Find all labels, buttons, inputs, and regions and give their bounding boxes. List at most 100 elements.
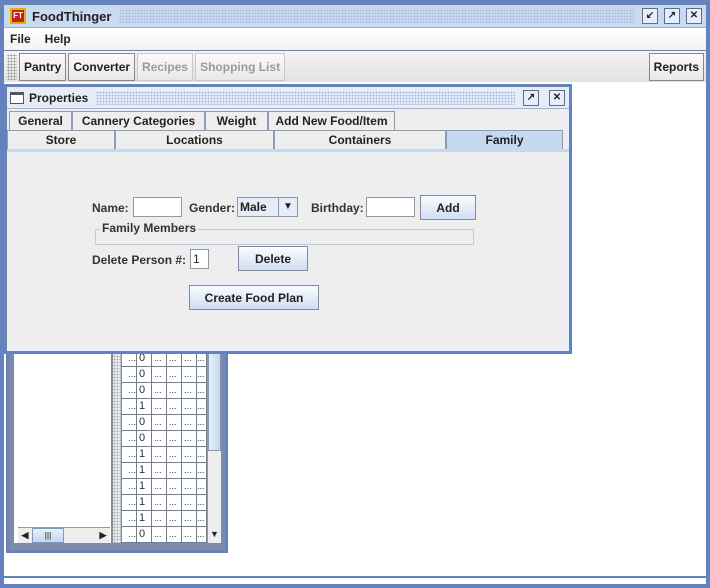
table-cell[interactable]: ... (167, 447, 182, 463)
table-cell[interactable]: ... (122, 415, 137, 431)
table-cell[interactable]: ... (122, 511, 137, 527)
table-row[interactable]: ... 1............ (122, 511, 207, 527)
table-cell[interactable]: ... (182, 511, 197, 527)
table-cell[interactable]: ... (122, 495, 137, 511)
table-cell-value[interactable]: 0 (137, 383, 152, 399)
table-cell[interactable]: ... (152, 399, 167, 415)
table-row[interactable]: ... 1............ (122, 399, 207, 415)
table-row[interactable]: ... 0............ (122, 527, 207, 543)
table-cell-value[interactable]: 1 (137, 399, 152, 415)
tab-cannery-categories[interactable]: Cannery Categories (72, 111, 205, 130)
table-cell[interactable]: ... (182, 415, 197, 431)
gender-select[interactable]: Male ▼ (237, 197, 298, 217)
scroll-thumb[interactable]: ||| (32, 528, 64, 543)
table-cell[interactable]: ... (152, 447, 167, 463)
create-food-plan-button[interactable]: Create Food Plan (189, 285, 319, 310)
maximize-icon[interactable]: ↗ (664, 8, 680, 24)
table-cell[interactable]: ... (122, 399, 137, 415)
table-cell[interactable]: ... (122, 463, 137, 479)
table-cell[interactable]: ... (122, 367, 137, 383)
table-cell-value[interactable]: 0 (137, 527, 152, 543)
delete-button[interactable]: Delete (238, 246, 308, 271)
table-cell[interactable]: ... (122, 447, 137, 463)
table-cell-value[interactable]: 1 (137, 479, 152, 495)
delete-person-input[interactable]: 1 (190, 249, 209, 269)
table-row[interactable]: ... 0............ (122, 431, 207, 447)
table-cell[interactable]: ... (197, 495, 207, 511)
tab-locations[interactable]: Locations (115, 130, 274, 149)
table-cell[interactable]: ... (152, 367, 167, 383)
tab-family[interactable]: Family (446, 130, 563, 149)
table-cell[interactable]: ... (167, 415, 182, 431)
menu-help[interactable]: Help (45, 32, 71, 46)
recipes-button[interactable]: Recipes (137, 52, 194, 81)
table-cell-value[interactable]: 1 (137, 447, 152, 463)
table-cell-value[interactable]: 1 (137, 495, 152, 511)
table-cell[interactable]: ... (167, 511, 182, 527)
split-pane-divider[interactable] (113, 343, 121, 543)
table-cell[interactable]: ... (152, 383, 167, 399)
table-cell[interactable]: ... (197, 367, 207, 383)
table-cell[interactable]: ... (197, 415, 207, 431)
close-icon[interactable]: ✕ (549, 89, 565, 106)
table-cell-value[interactable]: 0 (137, 431, 152, 447)
table-row[interactable]: ... 0............ (122, 367, 207, 383)
add-button[interactable]: Add (420, 195, 476, 220)
title-bar[interactable]: FT FoodThinger ↙ ↗ ✕ (4, 5, 706, 28)
table-row[interactable]: ... 0............ (122, 415, 207, 431)
tab-add-new-food[interactable]: Add New Food/Item (268, 111, 395, 130)
tab-weight[interactable]: Weight (205, 111, 268, 130)
table-cell[interactable]: ... (197, 447, 207, 463)
table-cell[interactable]: ... (182, 495, 197, 511)
table-cell[interactable]: ... (182, 447, 197, 463)
maximize-icon[interactable]: ↗ (523, 89, 539, 106)
shopping-list-button[interactable]: Shopping List (195, 52, 286, 81)
table-cell[interactable]: ... (152, 495, 167, 511)
table-cell[interactable]: ... (122, 431, 137, 447)
minimize-icon[interactable]: ↙ (642, 8, 658, 24)
table-cell[interactable]: ... (167, 431, 182, 447)
table-cell[interactable]: ... (197, 399, 207, 415)
tab-containers[interactable]: Containers (274, 130, 446, 149)
table-cell-value[interactable]: 1 (137, 463, 152, 479)
table-cell[interactable]: ... (182, 463, 197, 479)
table-cell[interactable]: ... (182, 479, 197, 495)
table-cell[interactable]: ... (122, 527, 137, 543)
table-cell[interactable]: ... (152, 511, 167, 527)
table-cell[interactable]: ... (197, 479, 207, 495)
toolbar-grip[interactable] (7, 53, 17, 80)
chevron-down-icon[interactable]: ▼ (278, 198, 297, 216)
tab-general[interactable]: General (9, 111, 72, 130)
table-cell[interactable]: ... (152, 479, 167, 495)
pantry-button[interactable]: Pantry (19, 52, 67, 81)
table-cell[interactable]: ... (197, 383, 207, 399)
horizontal-scrollbar[interactable]: ◀ ||| ▶ (18, 527, 110, 543)
table-row[interactable]: ... 1............ (122, 495, 207, 511)
table-row[interactable]: ... 0............ (122, 383, 207, 399)
birthday-input[interactable] (366, 197, 415, 217)
table-row[interactable]: ... 1............ (122, 463, 207, 479)
table-cell[interactable]: ... (167, 367, 182, 383)
converter-button[interactable]: Converter (68, 52, 136, 81)
table-cell-value[interactable]: 1 (137, 511, 152, 527)
scroll-thumb[interactable] (208, 351, 221, 451)
table-cell[interactable]: ... (167, 495, 182, 511)
table-cell[interactable]: ... (182, 367, 197, 383)
table-cell[interactable]: ... (152, 431, 167, 447)
table-cell[interactable]: ... (167, 399, 182, 415)
table-cell[interactable]: ... (167, 463, 182, 479)
close-icon[interactable]: ✕ (686, 8, 702, 24)
table-cell[interactable]: ... (182, 527, 197, 543)
table-cell[interactable]: ... (197, 463, 207, 479)
scroll-down-icon[interactable]: ▼ (208, 529, 221, 543)
table-cell[interactable]: ... (197, 511, 207, 527)
table-cell[interactable]: ... (182, 383, 197, 399)
tab-store[interactable]: Store (7, 130, 115, 149)
table-cell[interactable]: ... (182, 399, 197, 415)
scroll-left-icon[interactable]: ◀ (18, 528, 32, 543)
vertical-scrollbar[interactable]: ▼ (207, 351, 221, 543)
table-row[interactable]: ... 1............ (122, 447, 207, 463)
table-cell[interactable]: ... (167, 527, 182, 543)
table-cell[interactable]: ... (167, 479, 182, 495)
table-cell[interactable]: ... (197, 431, 207, 447)
